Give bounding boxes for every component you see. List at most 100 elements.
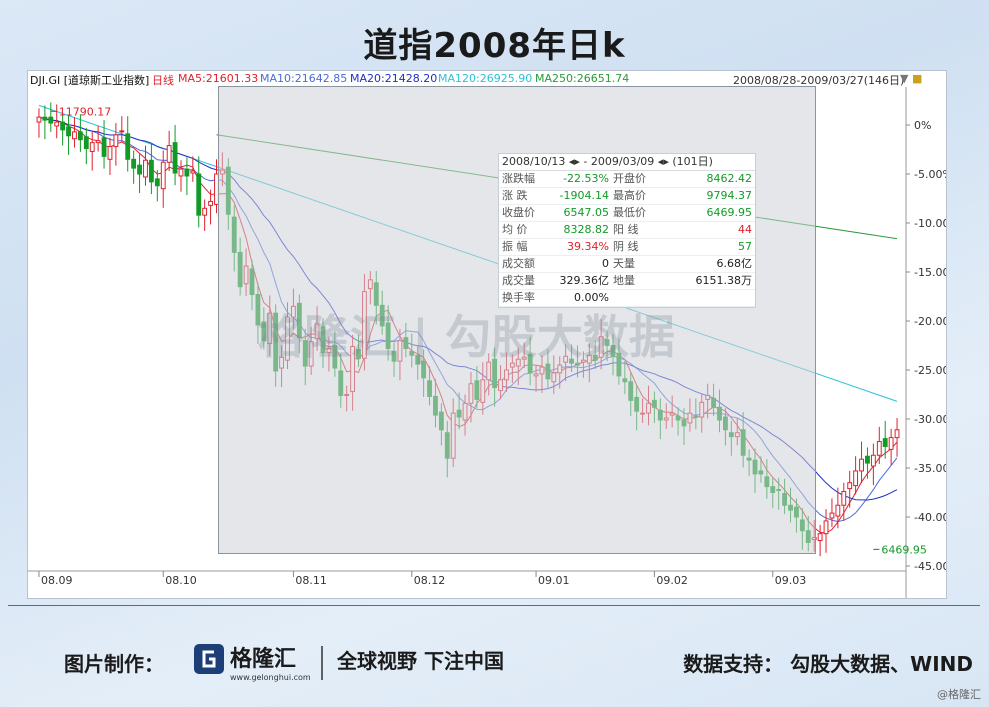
candle-body [166,145,172,163]
y-tick-label: -5.00% [914,168,946,181]
candle-body [208,200,213,206]
stats-row: 成交额 0 天量 6.68亿 [499,256,755,273]
x-tick-label: 09.01 [538,574,570,587]
y-tick-label: -40.00% [914,511,946,524]
candle-body [876,441,882,456]
candle-body [95,140,101,144]
data-source: 数据支持： 勾股大数据、WIND [683,652,973,676]
stats-value: 0 [602,257,609,270]
annotation-label: 11790.17 [59,105,112,118]
x-tick-label: 08.12 [414,574,446,587]
stats-value: 6547.05 [563,206,610,219]
stats-row: 收盘价 6547.05 最低价 6469.95 [499,205,755,222]
stats-key: 地量 [613,274,635,287]
page-title: 道指2008年日k [363,26,626,66]
stats-value: 9794.37 [706,189,753,202]
candle-body [823,520,829,535]
footer-credit: 图片制作： [64,652,164,676]
candle-body [196,173,202,216]
stats-value: -1904.14 [559,189,609,202]
stats-key: 均 价 [502,223,528,236]
stats-row: 振 幅 39.34% 阴 线 57 [499,239,755,256]
stats-value: 6.68亿 [716,257,753,270]
y-tick-label: -45.00% [914,560,946,573]
x-tick-label: 09.03 [775,574,807,587]
candle-body [202,207,208,216]
stats-value: 6469.95 [706,206,753,219]
candle-body [125,133,131,160]
stats-key: 阴 线 [613,240,639,253]
candle-body [148,159,154,183]
stats-panel: 2008/10/13 ◂▸ - 2009/03/09 ◂▸ (101日) 涨跌幅… [498,153,756,308]
candle-body [143,159,148,178]
candle-body [184,168,190,177]
candle-body [83,136,89,150]
candle-body [101,137,107,157]
candle-body [60,121,66,131]
stats-row: 成交量 329.36亿 地量 6151.38万 [499,273,755,290]
candle-body [131,158,137,169]
candle-body [888,437,894,450]
corner-watermark: @格隆汇 [937,688,981,701]
x-tick-label: 09.02 [656,574,688,587]
candle-body [42,116,48,121]
x-tick-label: 08.09 [41,574,73,587]
stats-table: 涨跌幅 -22.53% 开盘价 8462.42 涨 跌 -1904.14 最高价 9794.3… [499,171,755,307]
candle-body [66,126,71,137]
candle-body [36,116,42,123]
candle-body [48,116,54,124]
logo-text: 格隆汇 [230,646,296,672]
chart-panel[interactable]: DJI.GI [道琼斯工业指数] 日线 MA5:21601.33 MA10:21… [27,70,947,599]
candle-body [870,454,876,467]
y-tick-label: 0% [914,119,931,132]
candle-body [77,131,83,141]
stats-key: 收盘价 [502,206,535,219]
candle-body [113,134,119,148]
candle-body [841,491,847,506]
candle-body [172,142,178,174]
stats-header: 2008/10/13 ◂▸ - 2009/03/09 ◂▸ (101日) [499,154,755,171]
candle-body [190,170,196,174]
footer-divider [8,605,980,606]
stats-key: 成交量 [502,274,535,287]
stats-key: 最高价 [613,189,646,202]
candle-body [154,178,160,187]
stats-key: 最低价 [613,206,646,219]
stats-key: 涨跌幅 [502,172,535,185]
y-tick-label: -20.00% [914,315,946,328]
stats-value: 57 [738,240,752,253]
x-tick-label: 08.11 [295,574,327,587]
stats-key: 涨 跌 [502,189,528,202]
logo-url: www.gelonghui.com [230,673,311,682]
candle-body [178,168,184,177]
candle-body [829,512,835,519]
y-tick-label: -30.00% [914,413,946,426]
y-tick-label: -15.00% [914,266,946,279]
y-tick-label: -35.00% [914,462,946,475]
stats-value: 44 [738,223,752,236]
stats-value: -22.53% [563,172,609,185]
candle-body [119,130,125,133]
stats-value: 39.34% [567,240,609,253]
candle-body [859,458,864,472]
candle-body [54,121,60,127]
candle-body [882,438,888,447]
gelonghui-logo: 格隆汇 www.gelonghui.com 全球视野 下注中国 [194,644,504,682]
candle-body [865,455,870,464]
stats-value: 8462.42 [706,172,753,185]
candle-body [853,470,859,487]
candle-body [160,161,166,190]
stats-key: 开盘价 [613,172,646,185]
y-tick-label: -10.00% [914,217,946,230]
stats-row: 涨 跌 -1904.14 最高价 9794.37 [499,188,755,205]
candle-body [107,146,113,160]
stats-row: 涨跌幅 -22.53% 开盘价 8462.42 [499,171,755,188]
stats-value: 8328.82 [563,223,610,236]
stats-row: 换手率 0.00% [499,290,755,307]
stats-value: 0.00% [574,291,609,304]
candle-body [817,533,823,542]
stats-row: 均 价 8328.82 阳 线 44 [499,222,755,239]
stats-key: 阳 线 [613,223,639,236]
candle-body [137,164,142,175]
y-tick-label: -25.00% [914,364,946,377]
